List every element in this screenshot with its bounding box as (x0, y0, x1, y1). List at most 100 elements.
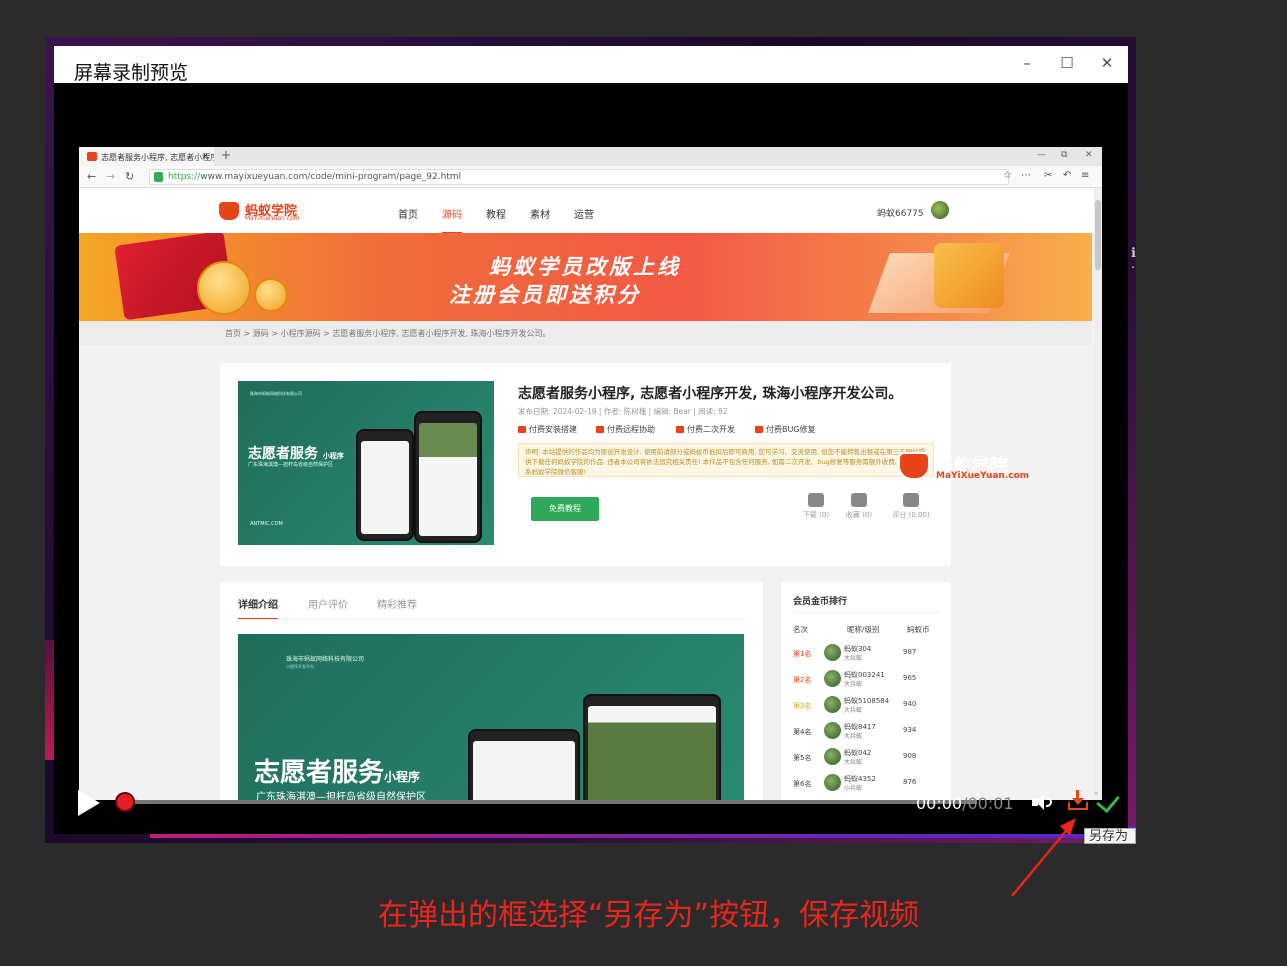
detail-company: 珠海市蚂蚁网络科技有限公司 (286, 656, 365, 663)
download-icon (808, 493, 824, 507)
user-avatar[interactable] (931, 201, 949, 219)
browser-minimize-icon[interactable]: — (1037, 150, 1046, 160)
breadcrumb: 首页 > 源码 > 小程序源码 > 志愿者服务小程序, 志愿者小程序开发, 珠海… (79, 321, 1092, 345)
rank-position: 第3名 (793, 702, 812, 710)
window-titlebar: 屏幕录制预览 – ☐ ✕ (54, 46, 1128, 84)
annotation-arrow (1011, 818, 1076, 897)
dropdown-caret-icon[interactable]: ▾ (1094, 789, 1098, 798)
menu-operation[interactable]: 运营 (574, 206, 594, 221)
rank-avatar (824, 670, 841, 687)
site-header: 蚂蚁学院 MaYiXueYuan.com 首页 源码 教程 素材 运营 蚂蚁66… (79, 188, 1102, 234)
service-secondary-dev[interactable]: 付费二次开发 (676, 424, 735, 435)
service-install[interactable]: 付费安装搭建 (518, 424, 577, 435)
scrollbar-thumb[interactable] (1095, 200, 1101, 270)
rank-level: 大兵蚁 (844, 707, 863, 714)
coin-decoration (197, 261, 251, 315)
ranking-row[interactable]: 第2名 蚂蚁003241 大兵蚁 965 (781, 666, 951, 692)
browser-addressbar: ← → ↻ https://www.mayixueyuan.com/code/m… (79, 166, 1102, 188)
undo-icon[interactable]: ↶ (1063, 170, 1071, 181)
play-icon[interactable] (78, 790, 100, 816)
phone-screen (361, 441, 409, 534)
thumb-company: 珠海市蚂蚁网络科技有限公司 (250, 391, 302, 396)
browser-tabbar: 志愿者服务小程序, 志愿者小程序 × + — ⧉ ✕ (79, 147, 1102, 166)
ant-logo-icon (219, 202, 239, 220)
browser-tab[interactable]: 志愿者服务小程序, 志愿者小程序 × (79, 147, 214, 166)
browser-restore-icon[interactable]: ⧉ (1061, 150, 1067, 160)
arrow-shaft (1011, 825, 1071, 897)
rank-coins: 965 (903, 674, 917, 682)
ranking-row[interactable]: 第4名 蚂蚁8417 大兵蚁 934 (781, 718, 951, 744)
reload-icon[interactable]: ↻ (125, 170, 134, 183)
time-total: /00:01 (962, 794, 1014, 813)
menu-home[interactable]: 首页 (398, 206, 418, 221)
product-meta: 发布日期: 2024-02-19 | 作者: 陈树槐 | 编辑: Bear | … (518, 407, 728, 416)
detail-image: 珠海市蚂蚁网络科技有限公司 小程序开发平台 志愿者服务小程序 广东珠海淇澳—担杆… (238, 634, 744, 800)
rank-level: 大兵蚁 (844, 733, 863, 740)
rank-avatar (824, 722, 841, 739)
menu-icon[interactable]: ≡ (1081, 170, 1089, 181)
trophy-icon (903, 493, 919, 507)
tab-reviews[interactable]: 用户评价 (308, 596, 348, 611)
rank-coins: 940 (903, 700, 917, 708)
ant-logo-icon (898, 452, 930, 480)
ranking-row[interactable]: 第5名 蚂蚁042 大兵蚁 908 (781, 744, 951, 770)
rating-value: 评分 (0.00) (892, 511, 930, 519)
progress-knob[interactable] (117, 794, 133, 810)
phone-mockup (356, 429, 414, 541)
rank-position: 第2名 (793, 676, 812, 684)
service-bugfix[interactable]: 付费BUG修复 (755, 424, 816, 435)
detail-card: 详细介绍 用户评价 精彩推荐 珠海市蚂蚁网络科技有限公司 小程序开发平台 志愿者… (220, 582, 763, 800)
phone-screen (419, 423, 477, 536)
browser-close-icon[interactable]: ✕ (1085, 150, 1093, 160)
tab-divider (238, 619, 745, 620)
url-field[interactable]: https://www.mayixueyuan.com/code/mini-pr… (149, 169, 1009, 185)
service-remote[interactable]: 付费远程协助 (596, 424, 655, 435)
product-title: 志愿者服务小程序, 志愿者小程序开发, 珠海小程序开发公司。 (518, 386, 903, 402)
time-display: 00:00/00:01 (916, 794, 1014, 813)
ranking-row[interactable]: 第1名 蚂蚁304 大兵蚁 987 (781, 640, 951, 666)
forward-icon[interactable]: → (106, 170, 115, 183)
tab-recommend[interactable]: 精彩推荐 (377, 596, 417, 611)
new-tab-button[interactable]: + (221, 148, 231, 162)
free-tutorial-button[interactable]: 免费教程 (531, 497, 599, 521)
instruction-caption: 在弹出的框选择“另存为”按钮，保存视频 (378, 898, 920, 933)
tab-detail[interactable]: 详细介绍 (238, 596, 278, 620)
tab-close-icon[interactable]: × (202, 151, 209, 160)
rank-level: 大兵蚁 (844, 759, 863, 766)
product-thumbnail[interactable]: 珠海市蚂蚁网络科技有限公司 志愿者服务 小程序 广东珠海淇澳—担杆岛省级自然保护… (238, 381, 494, 545)
scissors-icon[interactable]: ✂ (1044, 170, 1052, 181)
username[interactable]: 蚂蚁66775 (877, 206, 924, 219)
download-stat[interactable]: 下载 (0) (796, 493, 836, 520)
phone-mockup (414, 411, 482, 543)
favicon-icon (87, 152, 97, 161)
back-icon[interactable]: ← (87, 170, 96, 183)
rating-stat[interactable]: 评分 (0.00) (886, 493, 936, 520)
rank-position: 第5名 (793, 754, 812, 762)
detail-company-sub: 小程序开发平台 (286, 664, 314, 669)
favorite-count: 收藏 (0) (845, 511, 873, 519)
bookmark-star-icon[interactable]: ☆ (1003, 170, 1012, 181)
window-title: 屏幕录制预览 (74, 62, 189, 84)
maximize-button[interactable]: ☐ (1052, 52, 1082, 74)
page-scrollbar[interactable] (1094, 188, 1102, 800)
minimize-button[interactable]: – (1012, 52, 1042, 74)
rank-position: 第4名 (793, 728, 812, 736)
logo-sub: MaYiXueYuan.com (245, 215, 300, 222)
more-icon[interactable]: ⋯ (1021, 170, 1031, 181)
ranking-divider (793, 612, 939, 613)
progress-track[interactable] (122, 800, 977, 804)
url-path: www.mayixueyuan.com/code/mini-program/pa… (200, 172, 462, 182)
favorite-stat[interactable]: 收藏 (0) (839, 493, 879, 520)
ranking-row[interactable]: 第3名 蚂蚁5108584 大兵蚁 940 (781, 692, 951, 718)
close-button[interactable]: ✕ (1092, 52, 1122, 74)
promo-banner[interactable]: 蚂蚁学员改版上线 注册会员即送积分 (79, 233, 1092, 321)
menu-tutorial[interactable]: 教程 (486, 206, 506, 221)
ranking-title: 会员金币排行 (793, 597, 848, 607)
rank-position: 第1名 (793, 650, 812, 658)
rank-avatar (824, 696, 841, 713)
menu-material[interactable]: 素材 (530, 206, 550, 221)
volume-icon-wave (1046, 797, 1052, 807)
ranking-header-name: 昵称/级别 (847, 625, 880, 634)
menu-source[interactable]: 源码 (442, 206, 462, 234)
watermark-sub: MaYiXueYuan.com (936, 471, 1030, 481)
